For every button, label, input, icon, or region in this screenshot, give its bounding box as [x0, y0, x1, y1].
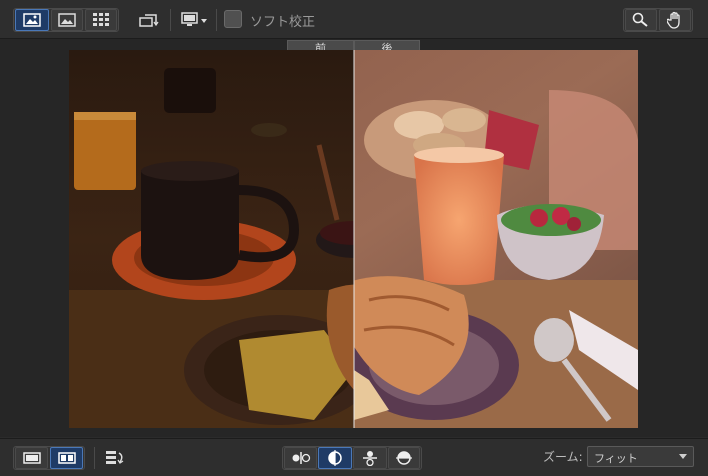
- zoom-dropdown[interactable]: フィット: [587, 446, 694, 467]
- zoom-label: ズーム:: [543, 450, 583, 464]
- split-horizontal-button[interactable]: [388, 447, 420, 469]
- swap-compare-button[interactable]: [101, 447, 129, 469]
- rotate-display-button[interactable]: [136, 9, 162, 31]
- single-pane-button[interactable]: [15, 447, 48, 469]
- top-toolbar: ソフト校正: [0, 0, 708, 39]
- zoom-value: フィット: [594, 452, 638, 465]
- single-view-button[interactable]: [15, 9, 49, 31]
- chevron-down-icon: [679, 454, 687, 459]
- grid-view-button[interactable]: [85, 9, 117, 31]
- soft-proof-checkbox[interactable]: [224, 10, 242, 28]
- split-pane-button[interactable]: [50, 447, 83, 469]
- comparison-photo[interactable]: [69, 50, 638, 428]
- side-by-side-button[interactable]: [284, 447, 317, 469]
- zoom-tool-button[interactable]: [625, 9, 657, 31]
- hand-tool-button[interactable]: [659, 9, 691, 31]
- monitor-dropdown-button[interactable]: [178, 9, 210, 31]
- split-vertical-button[interactable]: [318, 447, 352, 469]
- soft-proof-label: ソフト校正: [250, 15, 316, 30]
- stacked-view-button[interactable]: [353, 447, 387, 469]
- bottom-toolbar: ズーム: フィット: [0, 438, 708, 476]
- filmstrip-view-button[interactable]: [51, 9, 83, 31]
